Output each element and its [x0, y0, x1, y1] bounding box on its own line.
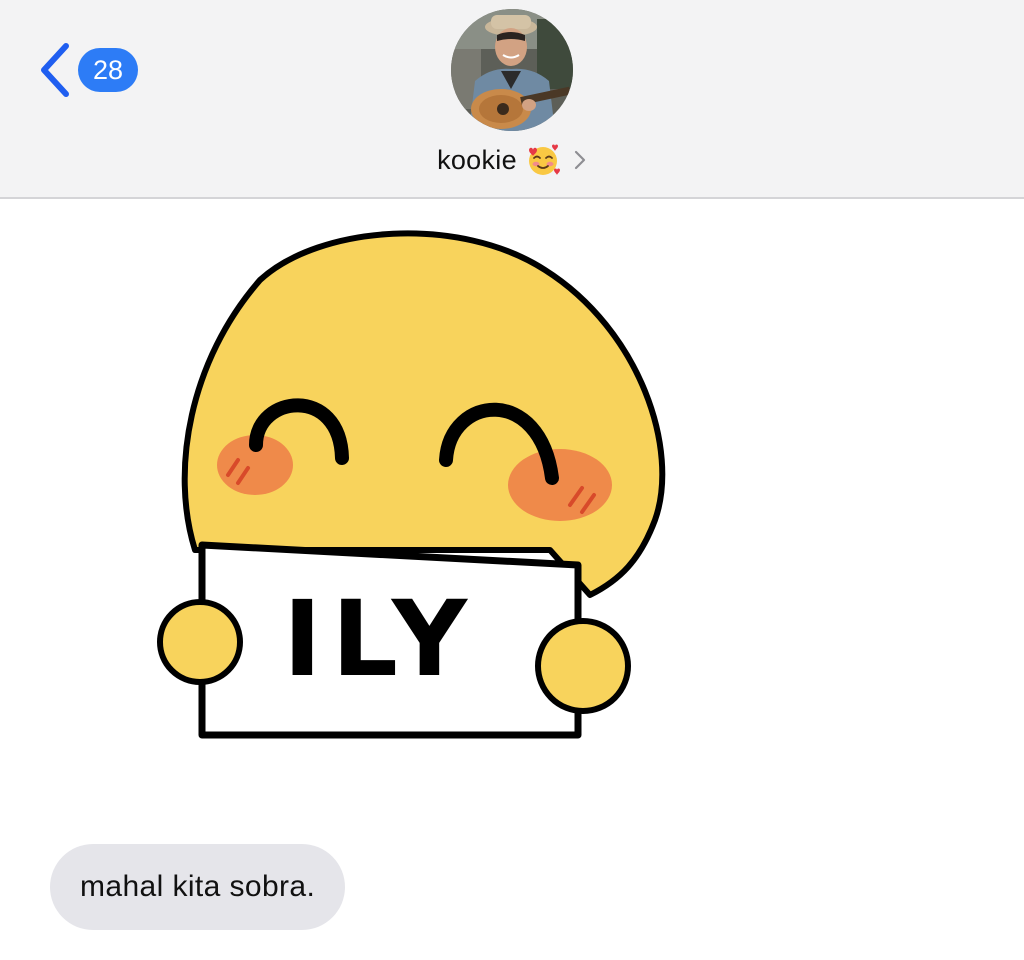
- contact-avatar[interactable]: [451, 9, 573, 131]
- avatar-photo: [451, 9, 573, 131]
- sticker-blush-right: [508, 449, 612, 521]
- incoming-message-bubble[interactable]: mahal kita sobra.: [50, 844, 346, 930]
- chevron-left-icon: [41, 43, 69, 97]
- chevron-right-icon: [574, 150, 586, 170]
- smiling-face-with-hearts-icon: [528, 144, 560, 175]
- conversation-header: 28 kookie: [0, 0, 1024, 199]
- sticker-face: [181, 230, 666, 598]
- unread-count-badge: 28: [78, 48, 138, 92]
- ily-sticker[interactable]: ILY: [150, 220, 670, 750]
- sticker-sign-text: ILY: [283, 578, 477, 700]
- message-text: mahal kita sobra.: [80, 870, 316, 903]
- sticker-hand-left: [157, 599, 243, 685]
- messages-screen: 28 kookie ILY mahal kita sobra.: [0, 0, 1024, 960]
- back-button[interactable]: 28: [36, 40, 138, 100]
- contact-name: kookie: [437, 144, 517, 175]
- contact-name-button[interactable]: kookie: [0, 140, 1024, 180]
- sticker-hand-right: [535, 618, 631, 714]
